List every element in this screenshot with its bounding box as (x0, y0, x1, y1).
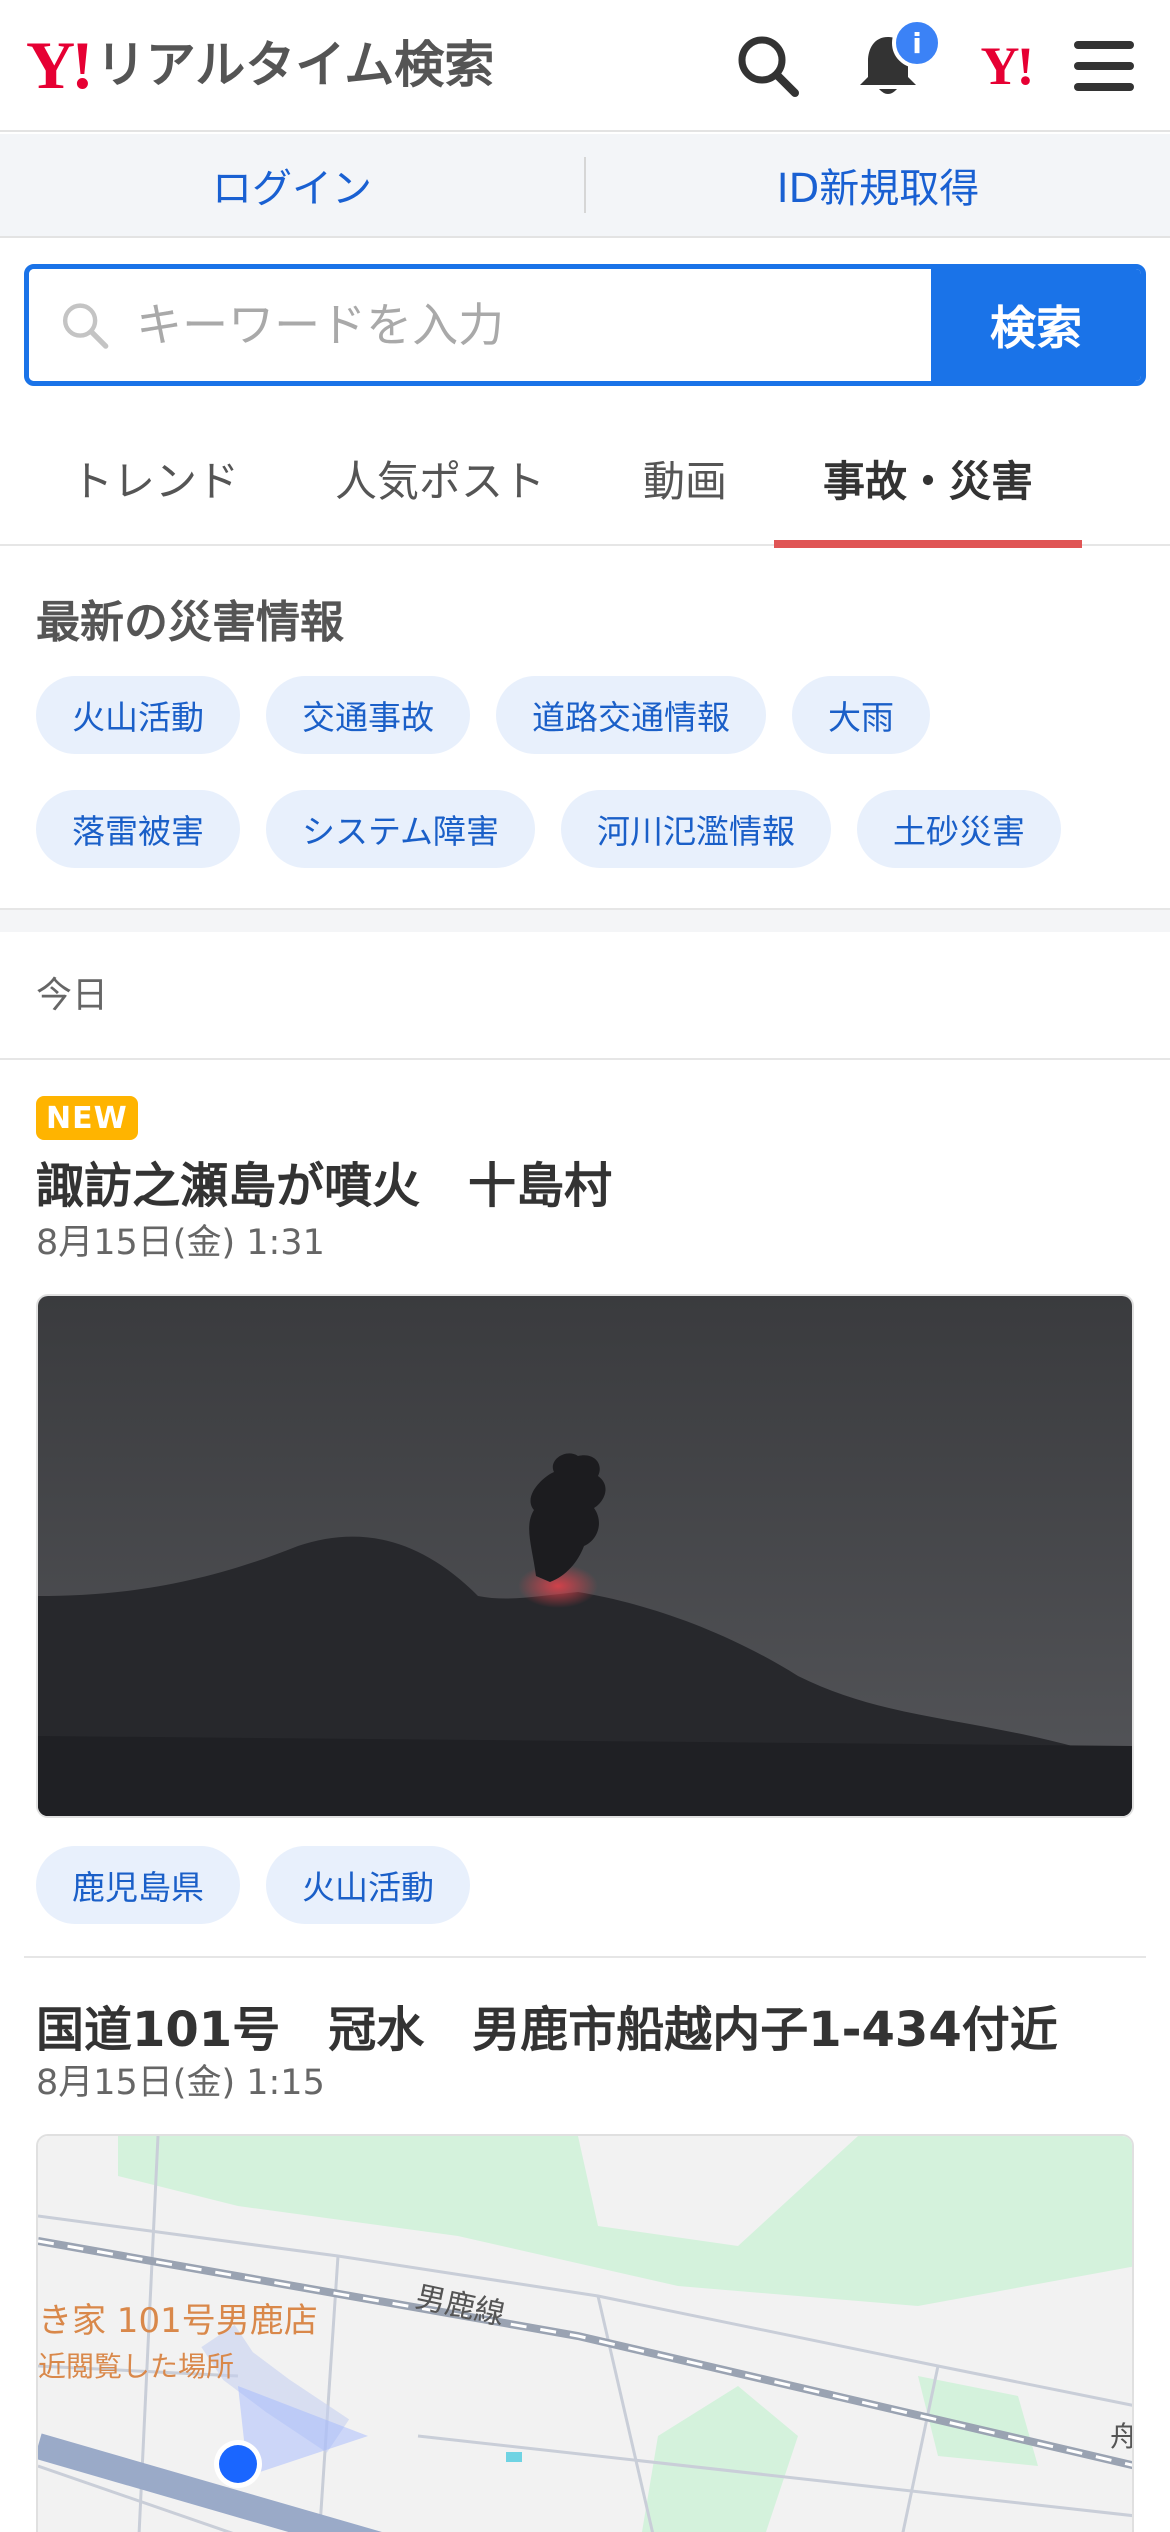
chip-landslide[interactable]: 土砂災害 (857, 790, 1062, 868)
map-graphic: 男鹿線 き家 101号男鹿店 近閲覧した場所 舟 (38, 2136, 1134, 2532)
disaster-info-title: 最新の災害情報 (36, 597, 344, 648)
search-field-icon (62, 303, 109, 349)
flood-location-map[interactable]: 男鹿線 き家 101号男鹿店 近閲覧した場所 舟 (36, 2134, 1134, 2532)
new-badge: NEW (36, 1096, 138, 1140)
notification-bell-icon[interactable]: i (848, 18, 942, 106)
chip-road-traffic[interactable]: 道路交通情報 (496, 676, 766, 754)
search-button[interactable]: 検索 (931, 269, 1141, 381)
search-bar: 検索 (24, 264, 1146, 386)
search-field (29, 269, 931, 381)
section-separator (0, 908, 1170, 932)
chip-volcano[interactable]: 火山活動 (36, 676, 240, 754)
chip-system-failure[interactable]: システム障害 (266, 790, 536, 868)
chip-heavy-rain[interactable]: 大雨 (792, 676, 930, 754)
login-link[interactable]: ログイン (0, 134, 584, 236)
category-tabs: トレンド 人気ポスト 動画 事故・災害 (0, 410, 1170, 548)
timeline-date-label: 今日 (36, 975, 109, 1016)
yahoo-home-mark: Y! (980, 36, 1035, 96)
notification-badge: i (892, 18, 942, 68)
yahoo-home-icon[interactable]: Y! (966, 26, 1046, 106)
hamburger-icon (1074, 41, 1134, 91)
yahoo-logo-mark: Y! (26, 27, 94, 103)
article-divider (24, 1956, 1146, 1958)
site-logo[interactable]: Y! リアルタイム検索 (26, 30, 494, 100)
tab-accident-disaster[interactable]: 事故・災害 (774, 410, 1082, 548)
article-date-2: 8月15日(金) 1:15 (36, 2063, 325, 2103)
article-title[interactable]: 諏訪之瀬島が噴火 十島村 (36, 1146, 612, 1216)
signup-link[interactable]: ID新規取得 (586, 134, 1170, 236)
chip-traffic-accident[interactable]: 交通事故 (266, 676, 470, 754)
eruption-photo (38, 1296, 1132, 1816)
tag-kagoshima[interactable]: 鹿児島県 (36, 1846, 240, 1924)
article-date: 8月15日(金) 1:31 (36, 1223, 325, 1263)
chip-lightning[interactable]: 落雷被害 (36, 790, 240, 868)
disaster-chips-row1: 火山活動 交通事故 道路交通情報 大雨 (36, 676, 1136, 754)
today-divider (0, 1058, 1170, 1060)
app-header: Y! リアルタイム検索 i Y! (0, 0, 1170, 132)
volcano-eruption-image[interactable] (36, 1294, 1134, 1818)
search-icon[interactable] (728, 26, 808, 106)
article-tags: 鹿児島県 火山活動 (36, 1846, 1136, 1924)
article-title-2[interactable]: 国道101号 冠水 男鹿市船越内子1-434付近 (36, 1990, 1058, 2060)
tab-trend[interactable]: トレンド (40, 410, 270, 546)
site-title: リアルタイム検索 (95, 36, 495, 94)
menu-icon[interactable] (1064, 26, 1144, 106)
login-bar: ログイン ID新規取得 (0, 134, 1170, 238)
chip-river-flood[interactable]: 河川氾濫情報 (561, 790, 832, 868)
tab-video[interactable]: 動画 (600, 410, 770, 546)
search-input[interactable] (136, 298, 931, 352)
disaster-chips-row2: 落雷被害 システム障害 河川氾濫情報 土砂災害 (36, 790, 1136, 868)
map-recent-label: 近閲覧した場所 (38, 2350, 234, 2383)
map-store-label: き家 101号男鹿店 (38, 2301, 318, 2341)
tag-volcano[interactable]: 火山活動 (266, 1846, 470, 1924)
map-edge-label: 舟 (1110, 2420, 1134, 2453)
tab-popular-posts[interactable]: 人気ポスト (320, 410, 560, 546)
search-icon-svg (738, 36, 799, 97)
